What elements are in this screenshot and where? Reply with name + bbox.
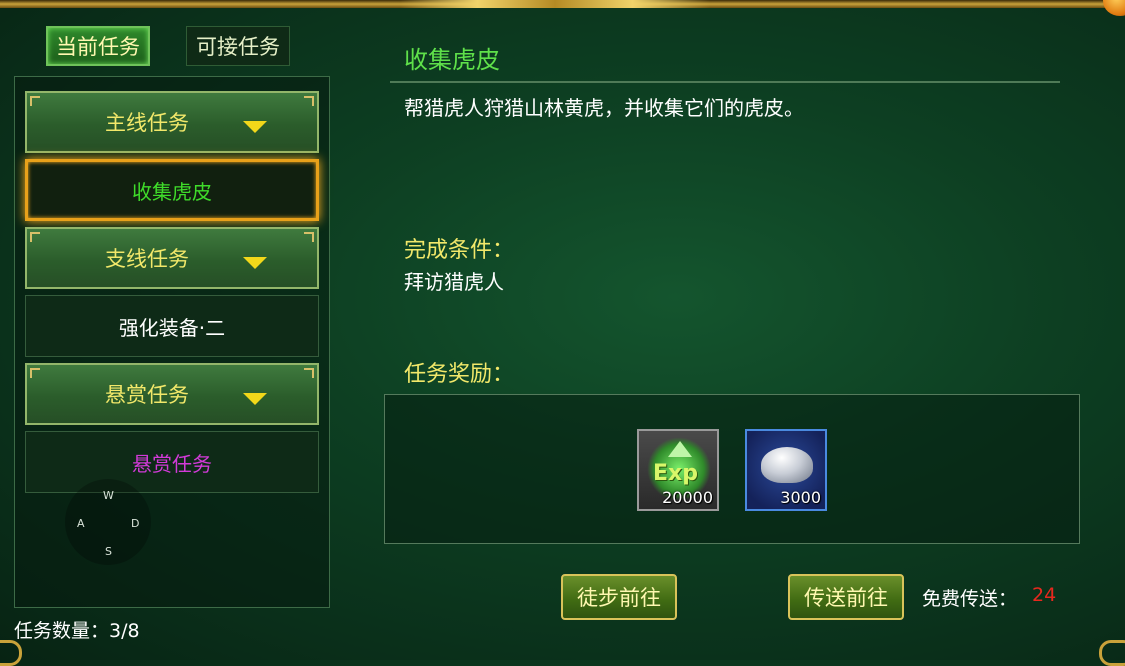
chevron-down-icon — [243, 393, 267, 405]
walk-to-button[interactable]: 徒步前往 — [561, 574, 677, 620]
corner-ornament-right — [1099, 640, 1125, 666]
close-orb-icon[interactable] — [1103, 0, 1125, 16]
quest-item-bounty[interactable]: 悬赏任务 — [25, 431, 319, 493]
joystick-key-d: D — [131, 517, 140, 530]
movement-joystick[interactable]: W A D S — [65, 479, 151, 565]
arrow-up-icon — [668, 441, 692, 457]
joystick-key-s: S — [105, 545, 112, 558]
quest-title: 收集虎皮 — [404, 46, 500, 74]
quest-label: 强化装备·二 — [118, 315, 226, 340]
quest-label: 悬赏任务 — [132, 451, 212, 476]
chevron-down-icon — [243, 257, 267, 269]
category-bounty-quests[interactable]: 悬赏任务 — [25, 363, 319, 425]
category-label: 主线任务 — [105, 111, 189, 135]
quest-label: 收集虎皮 — [132, 179, 212, 204]
joystick-key-a: A — [77, 517, 85, 530]
joystick-key-w: W — [103, 489, 114, 502]
reward-label: 任务奖励： — [404, 362, 515, 387]
corner-ornament-left — [0, 640, 22, 666]
reward-silver[interactable]: 3000 — [745, 429, 827, 511]
category-main-quests[interactable]: 主线任务 — [25, 91, 319, 153]
category-side-quests[interactable]: 支线任务 — [25, 227, 319, 289]
chevron-down-icon — [243, 121, 267, 133]
reward-amount: 20000 — [662, 488, 713, 507]
teleport-button[interactable]: 传送前往 — [788, 574, 904, 620]
category-label: 支线任务 — [105, 247, 189, 271]
quest-item-enhance-equipment[interactable]: 强化装备·二 — [25, 295, 319, 357]
silver-ingot-icon — [761, 447, 813, 483]
completion-condition-value: 拜访猎虎人 — [404, 270, 504, 294]
free-teleport-count: 24 — [1032, 584, 1057, 606]
exp-icon: Exp — [653, 461, 698, 486]
top-frame-ornament — [400, 0, 710, 8]
reward-amount: 3000 — [780, 488, 821, 507]
quest-count: 任务数量：3/8 — [14, 620, 140, 642]
completion-condition-label: 完成条件： — [404, 238, 515, 263]
free-teleport-label: 免费传送： — [922, 588, 1018, 610]
tab-current-quests[interactable]: 当前任务 — [46, 26, 150, 66]
reward-exp[interactable]: Exp 20000 — [637, 429, 719, 511]
quest-description: 帮猎虎人狩猎山林黄虎，并收集它们的虎皮。 — [404, 96, 804, 120]
tab-available-quests[interactable]: 可接任务 — [186, 26, 290, 66]
category-label: 悬赏任务 — [105, 383, 189, 407]
quest-item-collect-tiger-skin[interactable]: 收集虎皮 — [25, 159, 319, 221]
quest-list-panel: 主线任务 收集虎皮 支线任务 强化装备·二 悬赏任务 悬赏任务 W A D S — [14, 76, 330, 608]
title-divider — [390, 81, 1060, 83]
reward-box: Exp 20000 3000 — [384, 394, 1080, 544]
